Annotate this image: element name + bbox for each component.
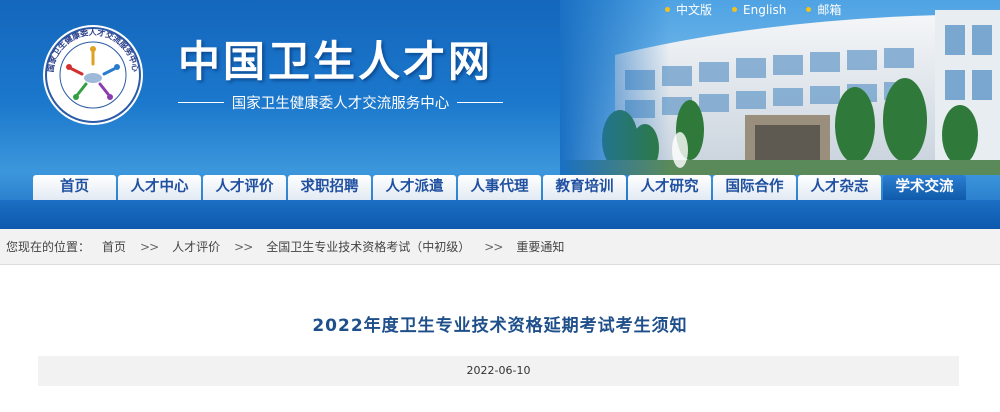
breadcrumb: 您现在的位置： 首页 >> 人才评价 >> 全国卫生专业技术资格考试（中初级） … [0,229,1000,265]
breadcrumb-prefix: 您现在的位置： [6,240,91,254]
site-subtitle: 国家卫生健康委人才交流服务中心 [178,92,503,113]
main-nav: 首页 人才中心 人才评价 求职招聘 人才派遣 人事代理 教育培训 人才研究 国际… [33,175,966,200]
divider [457,102,503,103]
breadcrumb-separator: >> [484,239,503,254]
top-link-label: English [743,2,787,17]
article-date: 2022-06-10 [466,364,531,377]
nav-item-talent-evaluation[interactable]: 人才评价 [203,175,286,200]
nav-item-education-training[interactable]: 教育培训 [543,175,626,200]
breadcrumb-talent-evaluation[interactable]: 人才评价 [172,238,220,255]
nav-item-magazine[interactable]: 人才杂志 [798,175,881,200]
top-link-label: 邮箱 [817,3,842,17]
breadcrumb-exam[interactable]: 全国卫生专业技术资格考试（中初级） [266,238,470,255]
breadcrumb-separator: >> [234,239,253,254]
nav-item-international[interactable]: 国际合作 [713,175,796,200]
nav-item-home[interactable]: 首页 [33,175,116,200]
nav-bar [0,200,1000,229]
article-meta-bar: 2022-06-10 [38,356,959,386]
breadcrumb-notice[interactable]: 重要通知 [516,238,564,255]
article-title: 2022年度卫生专业技术资格延期考试考生须知 [312,316,688,336]
breadcrumb-separator: >> [140,239,159,254]
top-links: 中文版 English 邮箱 [665,1,841,18]
top-link-label: 中文版 [676,3,713,17]
logo-emblem[interactable]: 国家卫生健康委人才交流服务中心 [42,24,144,126]
bullet-icon [732,7,738,12]
site-title[interactable]: 中国卫生人才网 [178,28,493,89]
english-version-link[interactable]: English [732,1,786,18]
nav-item-hr-agency[interactable]: 人事代理 [458,175,541,200]
bullet-icon [665,7,670,12]
site-subtitle-text: 国家卫生健康委人才交流服务中心 [231,96,450,112]
chinese-version-link[interactable]: 中文版 [665,1,712,18]
nav-item-academic-exchange[interactable]: 学术交流 [883,175,966,200]
nav-item-talent-dispatch[interactable]: 人才派遣 [373,175,456,200]
nav-item-talent-center[interactable]: 人才中心 [118,175,201,200]
breadcrumb-home[interactable]: 首页 [102,238,126,255]
nav-item-recruitment[interactable]: 求职招聘 [288,175,371,200]
mailbox-link[interactable]: 邮箱 [806,1,841,18]
article-content: 2022年度卫生专业技术资格延期考试考生须知 2022-06-10 [0,266,1000,412]
nav-item-talent-research[interactable]: 人才研究 [628,175,711,200]
divider [178,102,224,103]
bullet-icon [806,7,812,12]
site-header: 中文版 English 邮箱 国家卫生健康委人才交流服务中心 中国卫生人才网 国… [0,0,1000,229]
